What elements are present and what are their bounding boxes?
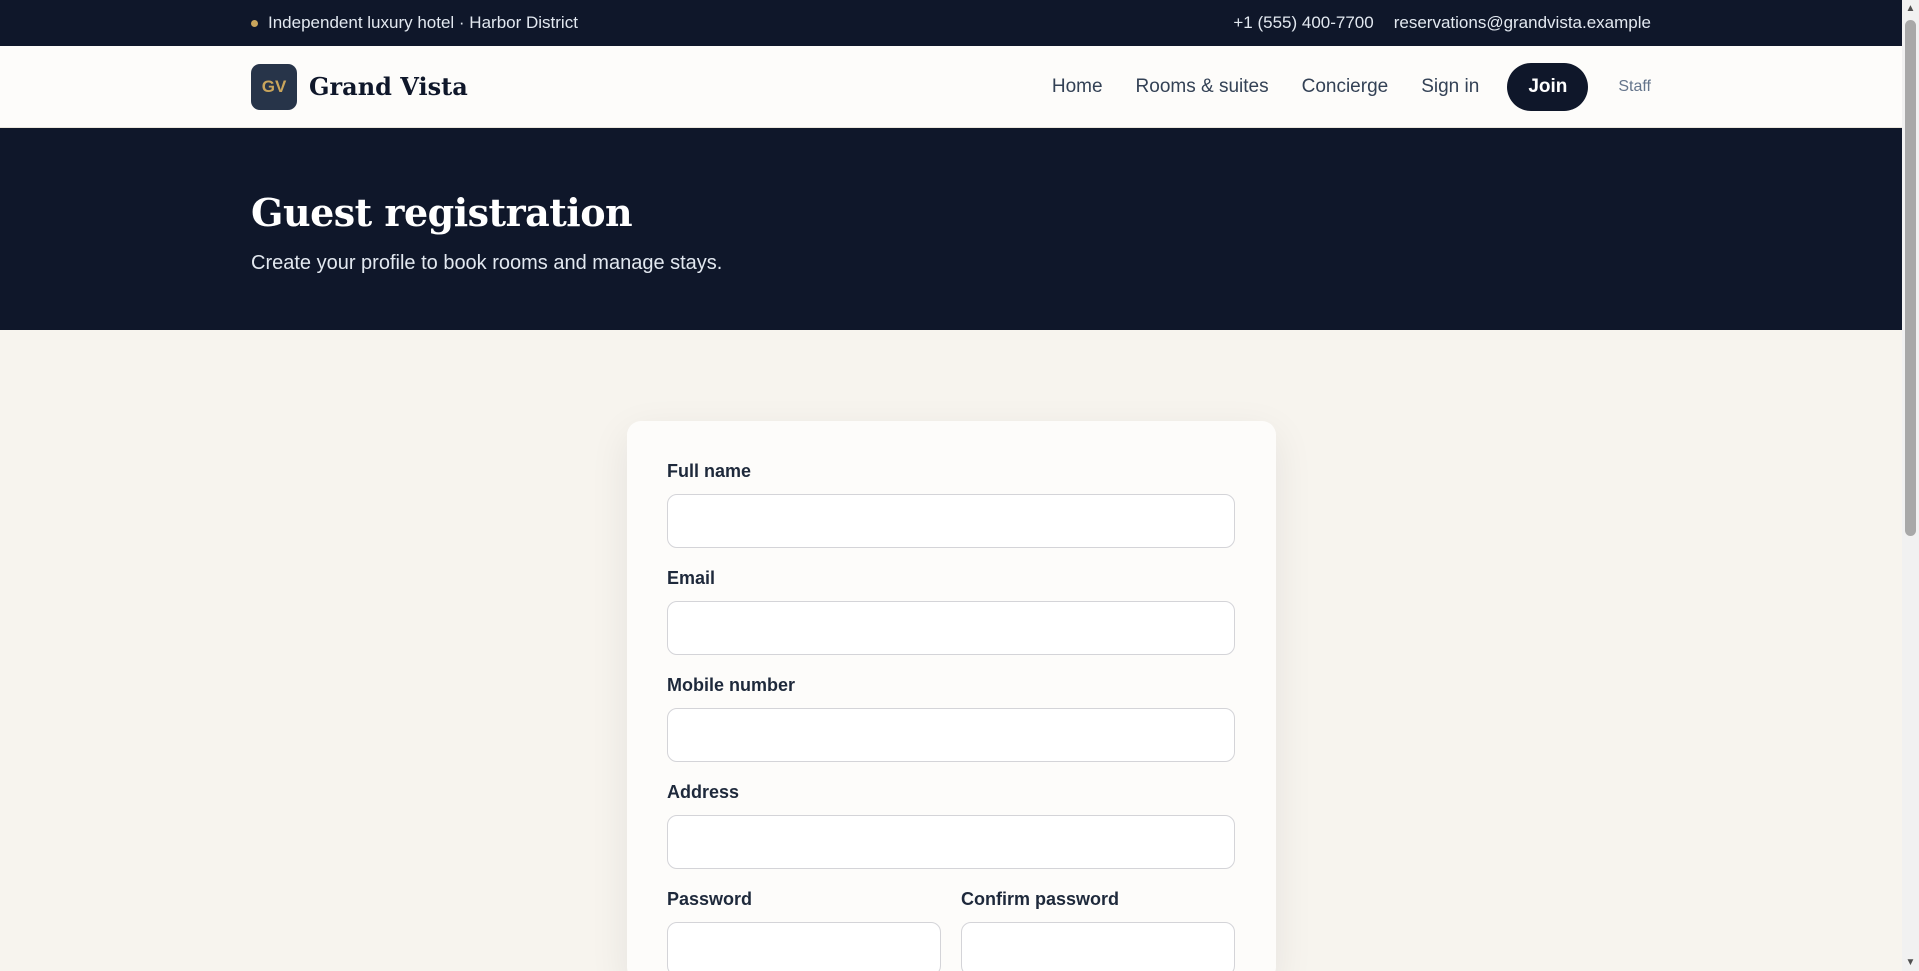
full-name-input[interactable] (667, 494, 1235, 548)
nav-rooms-suites[interactable]: Rooms & suites (1136, 76, 1269, 98)
brand-home-link[interactable]: GV Grand Vista (251, 63, 468, 110)
confirm-password-field-group: Confirm password (961, 889, 1235, 971)
nav-sign-in[interactable]: Sign in (1421, 76, 1479, 98)
address-field-group: Address (667, 782, 1236, 869)
join-button[interactable]: Join (1507, 62, 1589, 111)
password-field-group: Password (667, 889, 941, 971)
scroll-down-arrow-icon[interactable]: ▼ (1902, 954, 1919, 971)
logo-badge-icon: GV (251, 63, 297, 110)
password-label: Password (667, 889, 753, 909)
confirm-password-label: Confirm password (961, 889, 1120, 909)
email-input[interactable] (667, 601, 1235, 655)
address-input[interactable] (667, 815, 1235, 869)
scrollbar-thumb[interactable] (1905, 20, 1916, 536)
email-label: Email (667, 568, 716, 588)
top-info-bar: Independent luxury hotel · Harbor Distri… (0, 0, 1902, 46)
nav-staff[interactable]: Staff (1618, 78, 1651, 96)
status-dot-icon (251, 19, 258, 27)
mobile-input[interactable] (667, 708, 1235, 762)
main-navigation: GV Grand Vista Home Rooms & suites Conci… (0, 46, 1902, 128)
mobile-label: Mobile number (667, 675, 796, 695)
full-name-field-group: Full name (667, 461, 1236, 548)
page-subtitle: Create your profile to book rooms and ma… (251, 252, 723, 274)
registration-form-card: Full name Email Mobile number Address Pa… (627, 421, 1276, 971)
topbar-tagline-group: Independent luxury hotel · Harbor Distri… (251, 13, 578, 33)
full-name-label: Full name (667, 461, 752, 481)
scroll-up-arrow-icon[interactable]: ▲ (1902, 0, 1919, 17)
email-field-group: Email (667, 568, 1236, 655)
brand-name: Grand Vista (309, 72, 468, 101)
page-viewport: Independent luxury hotel · Harbor Distri… (0, 0, 1902, 971)
mobile-field-group: Mobile number (667, 675, 1236, 762)
password-input[interactable] (667, 922, 941, 971)
page-title: Guest registration (251, 190, 633, 235)
nav-links: Home Rooms & suites Concierge Sign in Jo… (1052, 62, 1651, 111)
topbar-phone[interactable]: +1 (555) 400-7700 (1233, 13, 1373, 33)
nav-home[interactable]: Home (1052, 76, 1103, 98)
topbar-email[interactable]: reservations@grandvista.example (1394, 13, 1651, 33)
hero-banner: Guest registration Create your profile t… (0, 128, 1902, 330)
password-row: Password Confirm password (667, 889, 1236, 971)
topbar-tagline: Independent luxury hotel · Harbor Distri… (268, 13, 578, 32)
confirm-password-input[interactable] (961, 922, 1235, 971)
page-scrollbar[interactable]: ▲ ▼ (1902, 0, 1919, 971)
nav-concierge[interactable]: Concierge (1302, 76, 1389, 98)
topbar-contact: +1 (555) 400-7700 reservations@grandvist… (1233, 13, 1651, 33)
address-label: Address (667, 782, 740, 802)
